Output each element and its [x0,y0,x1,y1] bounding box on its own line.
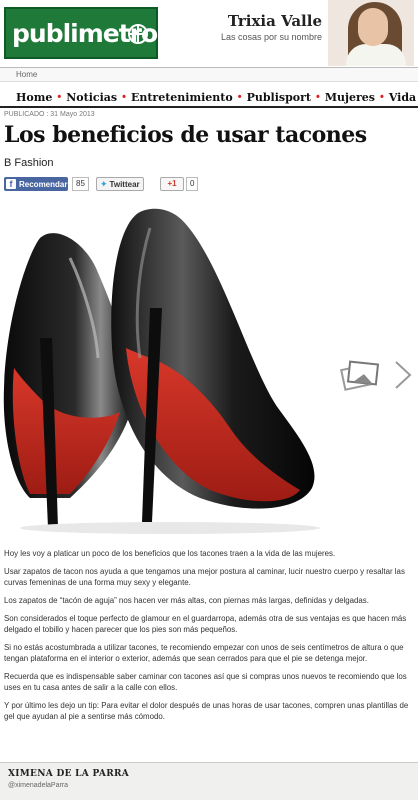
author-name[interactable]: XIMENA DE LA PARRA [8,769,410,779]
gallery-icon[interactable] [340,360,380,391]
author-handle[interactable]: @ximenadelaParra [8,782,410,789]
article-byline: B Fashion [4,157,54,169]
nav-item-mujeres[interactable]: Mujeres [325,91,375,104]
article-paragraph: Y por último les dejo un tip: Para evita… [4,701,409,721]
article-paragraph: Usar zapatos de tacon nos ayuda a que te… [4,567,405,587]
publimetro-logo[interactable]: publimetro [4,7,158,59]
nav-separator: • [315,91,320,103]
nav-item-noticias[interactable]: Noticias [66,91,117,104]
columnist-tagline: Las cosas por su nombre [220,32,322,42]
twitter-label: Twittear [109,179,140,189]
nav-separator: • [379,91,384,103]
nav-item-home[interactable]: Home [16,91,52,104]
twitter-bird-icon: ✦ [100,178,108,189]
article-photo-heels[interactable] [0,198,336,536]
main-nav: Home • Noticias • Entretenimiento • Publ… [0,88,418,108]
columnist-name: Trixia Valle [227,12,322,30]
columnist-avatar [328,0,414,66]
breadcrumb-home[interactable]: Home [16,70,37,79]
article-paragraph: Hoy les voy a platicar un poco de los be… [4,549,336,558]
article-paragraph: Los zapatos de “tacón de aguja” nos hace… [4,596,369,605]
facebook-recommend-button[interactable]: f Recomendar [4,177,68,191]
nav-item-vida[interactable]: Vida [389,91,416,104]
columnist-banner[interactable]: Trixia Valle Las cosas por su nombre [200,12,322,42]
share-bar: f Recomendar 85 ✦ Twittear +1 0 [4,177,304,191]
chevron-right-icon[interactable] [392,360,414,390]
article-paragraph: Recuerda que es indispensable saber cami… [4,672,407,692]
twitter-button[interactable]: ✦ Twittear [96,177,144,191]
google-plus-button[interactable]: +1 [160,177,184,191]
breadcrumb-bar: Home [0,67,418,82]
article-title: Los beneficios de usar tacones [4,122,367,148]
article-body: Hoy les voy a platicar un poco de los be… [4,548,412,729]
article-paragraph: Si no estás acostumbrada a utilizar taco… [4,643,404,663]
nav-separator: • [122,91,126,103]
facebook-label: Recomendar [19,179,68,189]
facebook-count: 85 [72,177,89,191]
article-paragraph: Son considerados el toque perfecto de gl… [4,614,407,634]
gplus-count: 0 [186,177,199,191]
author-box: XIMENA DE LA PARRA @ximenadelaParra [0,762,418,800]
globe-icon [128,24,148,44]
site-header: publimetro Trixia Valle Las cosas por su… [0,0,418,66]
published-date: PUBLICADO : 31 Mayo 2013 [4,111,95,118]
nav-separator: • [57,91,62,103]
nav-item-entretenimiento[interactable]: Entretenimiento [131,91,233,104]
nav-separator: • [237,91,242,103]
facebook-icon: f [6,179,16,189]
nav-item-publisport[interactable]: Publisport [247,91,311,104]
red-sole-heels-image [3,208,320,534]
